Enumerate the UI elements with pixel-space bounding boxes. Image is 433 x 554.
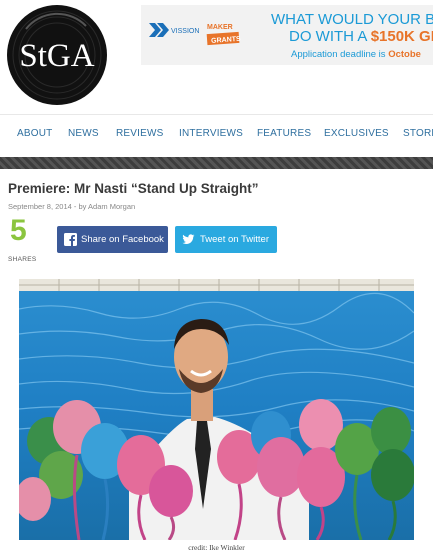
article-byline: September 8, 2014 - by Adam Morgan [8,202,136,211]
twitter-label: Tweet on Twitter [200,234,269,245]
twitter-icon [182,234,195,244]
ad-headline-2-pre: DO WITH A [289,28,371,45]
facebook-icon [64,233,77,246]
facebook-label: Share on Facebook [81,234,164,245]
badge-left-text: VISSION [171,28,199,35]
badge-sub-text: GRANTS [211,36,241,45]
ad-headline-1: WHAT WOULD YOUR BUS [271,11,433,28]
ad-deadline-date: Octobe [388,49,421,60]
badge-right-text: MAKER [207,24,233,31]
vinyl-record-icon: StGA [7,5,107,105]
site-logo[interactable]: StGA [6,4,108,106]
nav-news[interactable]: NEWS [68,128,99,139]
article-photo [19,279,414,540]
share-facebook-button[interactable]: Share on Facebook [57,226,168,253]
nav-reviews[interactable]: REVIEWS [116,128,164,139]
article-title: Premiere: Mr Nasti “Stand Up Straight” [8,181,259,196]
ad-deadline: Application deadline is Octobe [291,49,421,60]
photo-credit: credit: Ike Winkler [188,543,245,552]
ad-headline-2-amount: $150K GRA [370,28,433,45]
share-twitter-button[interactable]: Tweet on Twitter [175,226,277,253]
nav-features[interactable]: FEATURES [257,128,311,139]
nav-about[interactable]: ABOUT [17,128,52,139]
main-nav: ABOUT NEWS REVIEWS INTERVIEWS FEATURES E… [0,114,433,154]
nav-exclusives[interactable]: EXCLUSIVES [324,128,389,139]
decorative-stripe [0,157,433,169]
share-count: 5 [10,214,27,247]
vission-maker-grants-badge: VISSION MAKER GRANTS [149,23,241,46]
ad-headline-2: DO WITH A $150K GRA [289,28,433,45]
share-label: SHARES [8,256,37,263]
logo-text: StGA [19,38,94,74]
pool-photo-illustration [19,279,414,540]
nav-store[interactable]: STORE [403,128,433,139]
ad-banner[interactable]: VISSION MAKER GRANTS WHAT WOULD YOUR BUS… [141,5,433,65]
ad-deadline-pre: Application deadline is [291,49,389,60]
nav-interviews[interactable]: INTERVIEWS [179,128,243,139]
